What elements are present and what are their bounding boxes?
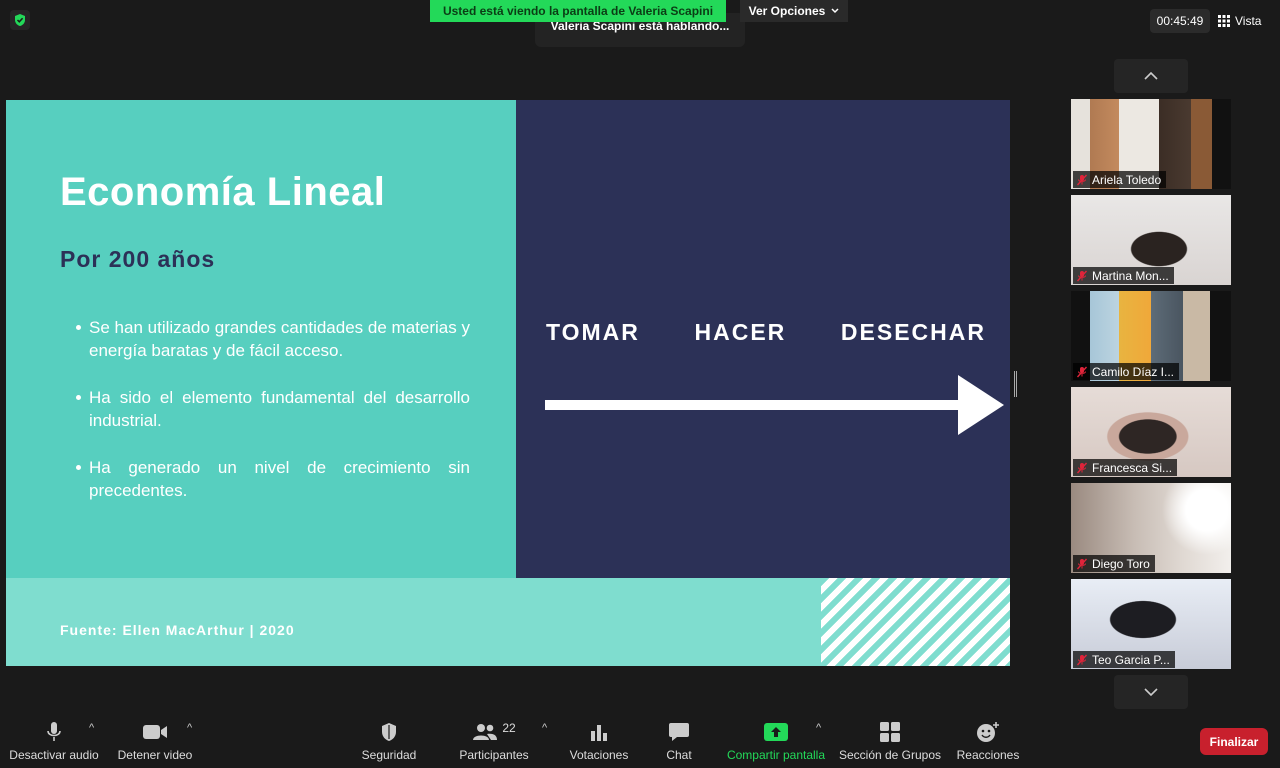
slide-bullet: Ha generado un nivel de crecimiento sin … — [76, 456, 470, 502]
participants-options-caret[interactable]: ^ — [542, 722, 547, 734]
security-shield-icon — [382, 723, 396, 741]
view-options-button[interactable]: Ver Opciones — [740, 0, 848, 22]
participants-count: 22 — [502, 721, 516, 735]
participant-name-tag: Camilo Díaz I... — [1073, 363, 1180, 380]
shared-screen: Economía Lineal Por 200 años Se han util… — [6, 100, 1010, 666]
mic-icon — [47, 722, 61, 741]
grid-icon — [1218, 15, 1230, 27]
stop-video-button[interactable]: Detener video — [112, 718, 198, 766]
flow-step-dispose: DESECHAR — [840, 319, 986, 345]
participant-name: Ariela Toledo — [1092, 172, 1162, 187]
slide-bullet: Ha sido el elemento fundamental del desa… — [76, 386, 470, 432]
audio-options-caret[interactable]: ^ — [89, 722, 94, 734]
slide-bullet: Se han utilizado grandes cantidades de m… — [76, 316, 470, 362]
mic-muted-icon — [1076, 462, 1088, 473]
chat-bubble-icon — [669, 723, 689, 741]
chat-button[interactable]: Chat — [652, 718, 706, 766]
polls-button[interactable]: Votaciones — [564, 718, 634, 766]
breakout-rooms-button[interactable]: Sección de Grupos — [838, 718, 942, 766]
split-resize-handle[interactable] — [1014, 371, 1017, 397]
view-options-label: Ver Opciones — [748, 4, 826, 18]
poll-icon — [591, 725, 607, 741]
chevron-down-icon — [831, 8, 839, 14]
end-meeting-label: Finalizar — [1209, 734, 1259, 749]
reactions-label: Reacciones — [956, 748, 1020, 762]
mic-muted-icon — [1076, 558, 1088, 569]
breakout-rooms-label: Sección de Grupos — [838, 748, 942, 762]
slide-stripes-decoration — [821, 578, 1010, 666]
participant-name: Teo Garcia P... — [1092, 652, 1170, 667]
flow-arrow-head — [958, 375, 1004, 435]
mic-muted-icon — [1076, 366, 1088, 377]
scroll-down-button[interactable] — [1114, 675, 1188, 709]
video-options-caret[interactable]: ^ — [187, 722, 192, 734]
participant-name-tag: Francesca Si... — [1073, 459, 1178, 476]
participants-label: Participantes — [459, 748, 529, 762]
mic-muted-icon — [1076, 654, 1088, 665]
participant-tile[interactable]: Ariela Toledo — [1071, 99, 1231, 189]
chevron-down-icon — [1144, 688, 1158, 696]
mic-muted-icon — [1076, 270, 1088, 281]
participants-icon — [473, 724, 498, 740]
slide-subtitle: Por 200 años — [60, 246, 216, 272]
participant-tile[interactable]: Diego Toro — [1071, 483, 1231, 573]
slide-bullet-list: Se han utilizado grandes cantidades de m… — [76, 316, 470, 526]
end-meeting-button[interactable]: Finalizar — [1200, 728, 1268, 755]
participant-tile[interactable]: Teo Garcia P... — [1071, 579, 1231, 669]
participant-name: Francesca Si... — [1092, 460, 1173, 475]
participant-tile[interactable]: Francesca Si... — [1071, 387, 1231, 477]
slide-title: Economía Lineal — [60, 170, 386, 214]
participant-name-tag: Teo Garcia P... — [1073, 651, 1175, 668]
view-button[interactable]: Vista — [1218, 9, 1272, 33]
mute-audio-button[interactable]: Desactivar audio — [8, 718, 100, 766]
meeting-timer: 00:45:49 — [1150, 9, 1210, 33]
participant-name: Camilo Díaz I... — [1092, 364, 1175, 379]
share-screen-icon — [764, 723, 788, 741]
participant-name: Martina Mon... — [1092, 268, 1169, 283]
reactions-button[interactable]: Reacciones — [952, 718, 1024, 766]
breakout-rooms-icon — [880, 722, 900, 742]
flow-step-take: TOMAR — [546, 319, 640, 345]
security-label: Seguridad — [361, 748, 417, 762]
mic-muted-icon — [1076, 174, 1088, 185]
polls-label: Votaciones — [569, 748, 629, 762]
view-label: Vista — [1235, 14, 1262, 28]
participant-name-tag: Martina Mon... — [1073, 267, 1174, 284]
stop-video-label: Detener video — [117, 748, 193, 762]
chevron-up-icon — [1144, 72, 1158, 80]
participant-name-tag: Ariela Toledo — [1073, 171, 1167, 188]
slide-source: Fuente: Ellen MacArthur | 2020 — [60, 622, 295, 638]
meeting-timer-text: 00:45:49 — [1156, 14, 1204, 28]
security-button[interactable]: Seguridad — [354, 718, 424, 766]
scroll-up-button[interactable] — [1114, 59, 1188, 93]
mute-audio-label: Desactivar audio — [9, 748, 99, 762]
participant-tile[interactable]: Camilo Díaz I... — [1071, 291, 1231, 381]
share-screen-button[interactable]: Compartir pantalla — [722, 718, 830, 766]
participant-name-tag: Diego Toro — [1073, 555, 1155, 572]
participant-name: Diego Toro — [1092, 556, 1150, 571]
share-screen-label: Compartir pantalla — [726, 748, 826, 762]
chat-label: Chat — [666, 748, 692, 762]
screen-share-banner: Usted está viendo la pantalla de Valeria… — [430, 0, 726, 22]
reactions-icon — [977, 722, 999, 742]
share-options-caret[interactable]: ^ — [816, 722, 821, 734]
screen-share-banner-text: Usted está viendo la pantalla de Valeria… — [442, 4, 714, 18]
security-shield-badge[interactable] — [10, 10, 30, 30]
flow-arrow-shaft — [545, 400, 960, 410]
flow-step-make: HACER — [694, 319, 787, 345]
linear-flow-labels: TOMAR HACER DESECHAR — [546, 319, 986, 346]
participant-tile[interactable]: Martina Mon... — [1071, 195, 1231, 285]
participants-button[interactable]: 22 Participantes — [454, 718, 534, 766]
video-camera-icon — [143, 725, 167, 739]
shield-check-icon — [15, 14, 25, 26]
